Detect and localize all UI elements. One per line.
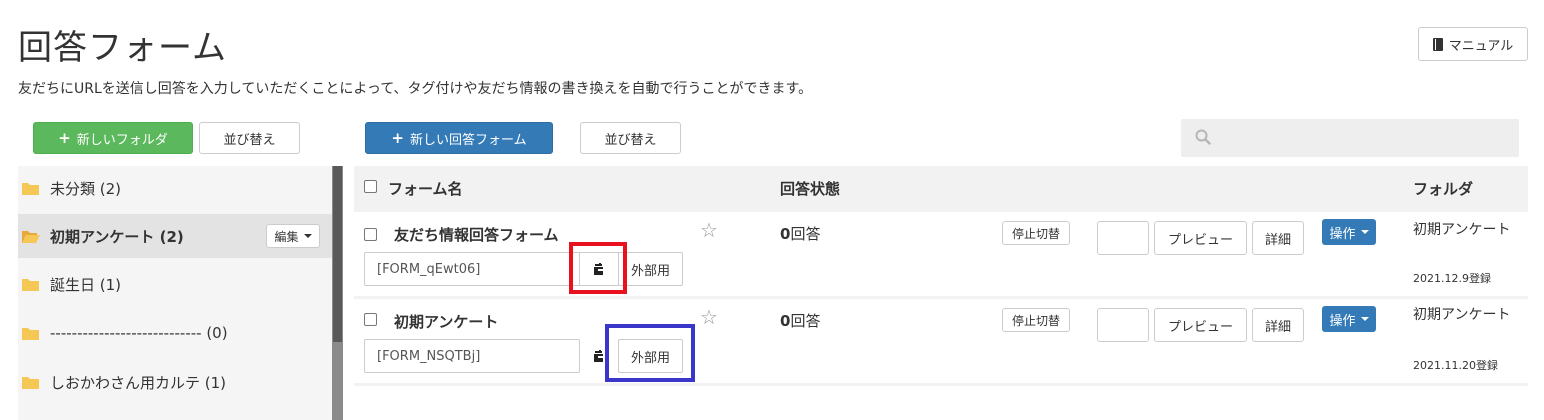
sidebar-item-label: ---------------------------- (0) — [50, 324, 228, 342]
sidebar-item-label: 未分類 (2) — [50, 179, 122, 198]
table-row: 友だち情報回答フォーム [FORM_qEwt06] 外部用 ☆ 0回答 停止切替… — [354, 212, 1528, 296]
star-icon[interactable]: ☆ — [700, 218, 718, 242]
new-folder-label: 新しいフォルダ — [76, 132, 168, 148]
sidebar-item-label: しおかわさん用カルテ (1) — [50, 373, 227, 392]
form-name: 初期アンケート — [394, 313, 499, 331]
operation-label: 操作 — [1329, 226, 1356, 242]
stop-toggle-button[interactable]: 停止切替 — [1002, 221, 1070, 245]
row-checkbox[interactable] — [364, 228, 377, 241]
answer-count-unit: 回答 — [790, 225, 821, 243]
row-folder-name: 初期アンケート — [1413, 307, 1511, 323]
form-code-field[interactable]: [FORM_qEwt06] — [364, 252, 580, 286]
sidebar-item-dashes[interactable]: ---------------------------- (0) — [18, 311, 332, 355]
operation-dropdown[interactable]: 操作 — [1322, 219, 1376, 245]
sidebar-scroll-thumb[interactable] — [333, 166, 342, 342]
folder-icon — [22, 327, 39, 340]
table-header: フォーム名 回答状態 フォルダ — [354, 166, 1528, 210]
chevron-down-icon — [1360, 230, 1369, 234]
answer-count: 0回答 — [780, 310, 820, 331]
sort-folders-button[interactable]: 並び替え — [199, 122, 300, 154]
folder-sidebar: 未分類 (2) 初期アンケート (2) 編集 誕生日 (1) ---------… — [18, 166, 332, 420]
manual-label: マニュアル — [1448, 38, 1514, 54]
book-icon — [1432, 37, 1443, 51]
folder-icon — [22, 278, 39, 291]
sidebar-item-label: 誕生日 (1) — [50, 275, 122, 294]
answer-count-number: 0 — [780, 312, 791, 330]
folder-edit-dropdown[interactable]: 編集 — [266, 224, 320, 248]
chevron-down-icon — [1360, 317, 1369, 321]
folder-icon — [22, 376, 39, 389]
form-code-field[interactable]: [FORM_NSQTBj] — [364, 339, 580, 373]
table-row: 初期アンケート [FORM_NSQTBj] 外部用 ☆ 0回答 停止切替 編集 … — [354, 299, 1528, 383]
new-form-button[interactable]: + 新しい回答フォーム — [365, 122, 553, 154]
sidebar-item-label: 初期アンケート (2) — [50, 227, 184, 246]
clipboard-icon — [594, 350, 604, 362]
row-folder-name: 初期アンケート — [1413, 222, 1511, 238]
page-title: 回答フォーム — [18, 28, 227, 68]
detail-button[interactable]: 詳細 — [1252, 308, 1304, 342]
new-form-label: 新しい回答フォーム — [409, 132, 527, 148]
new-folder-button[interactable]: + 新しいフォルダ — [33, 122, 193, 154]
plus-icon: + — [391, 129, 404, 147]
sidebar-item-initial-survey[interactable]: 初期アンケート (2) 編集 — [18, 214, 332, 258]
page-description: 友だちにURLを送信し回答を入力していただくことによって、タグ付けや友だち情報の… — [18, 81, 813, 97]
registration-date: 2021.11.20登録 — [1413, 359, 1498, 372]
star-icon[interactable]: ☆ — [700, 305, 718, 329]
answer-count-unit: 回答 — [790, 312, 821, 330]
search-icon — [1195, 129, 1211, 145]
preview-button[interactable]: プレビュー — [1154, 308, 1247, 342]
row-checkbox[interactable] — [364, 313, 377, 326]
detail-button[interactable]: 詳細 — [1252, 221, 1304, 255]
search-input[interactable] — [1181, 119, 1519, 157]
header-folder: フォルダ — [1413, 180, 1474, 198]
preview-button[interactable]: プレビュー — [1154, 221, 1247, 255]
header-status: 回答状態 — [780, 180, 841, 198]
chevron-down-icon — [303, 234, 312, 238]
highlight-box-red — [569, 242, 627, 294]
answer-count: 0回答 — [780, 223, 820, 244]
external-button[interactable]: 外部用 — [618, 252, 683, 286]
folder-icon — [22, 182, 39, 195]
operation-dropdown[interactable]: 操作 — [1322, 306, 1376, 332]
operation-label: 操作 — [1329, 313, 1356, 329]
edit-button[interactable]: 編集 — [1097, 221, 1149, 255]
sidebar-item-birthday[interactable]: 誕生日 (1) — [18, 262, 332, 306]
answer-count-number: 0 — [780, 225, 791, 243]
select-all-checkbox[interactable] — [364, 180, 377, 193]
folder-open-icon — [22, 230, 40, 243]
sort-forms-button[interactable]: 並び替え — [580, 122, 681, 154]
plus-icon: + — [58, 129, 71, 147]
folder-edit-label: 編集 — [274, 229, 299, 244]
highlight-box-blue — [605, 324, 695, 382]
stop-toggle-button[interactable]: 停止切替 — [1002, 308, 1070, 332]
registration-date: 2021.12.9登録 — [1413, 272, 1491, 285]
manual-button[interactable]: マニュアル — [1418, 27, 1528, 61]
edit-button[interactable]: 編集 — [1097, 308, 1149, 342]
form-name: 友だち情報回答フォーム — [394, 226, 559, 244]
sidebar-item-karte[interactable]: しおかわさん用カルテ (1) — [18, 360, 332, 404]
header-form-name: フォーム名 — [388, 180, 463, 198]
sidebar-item-uncategorized[interactable]: 未分類 (2) — [18, 166, 332, 210]
